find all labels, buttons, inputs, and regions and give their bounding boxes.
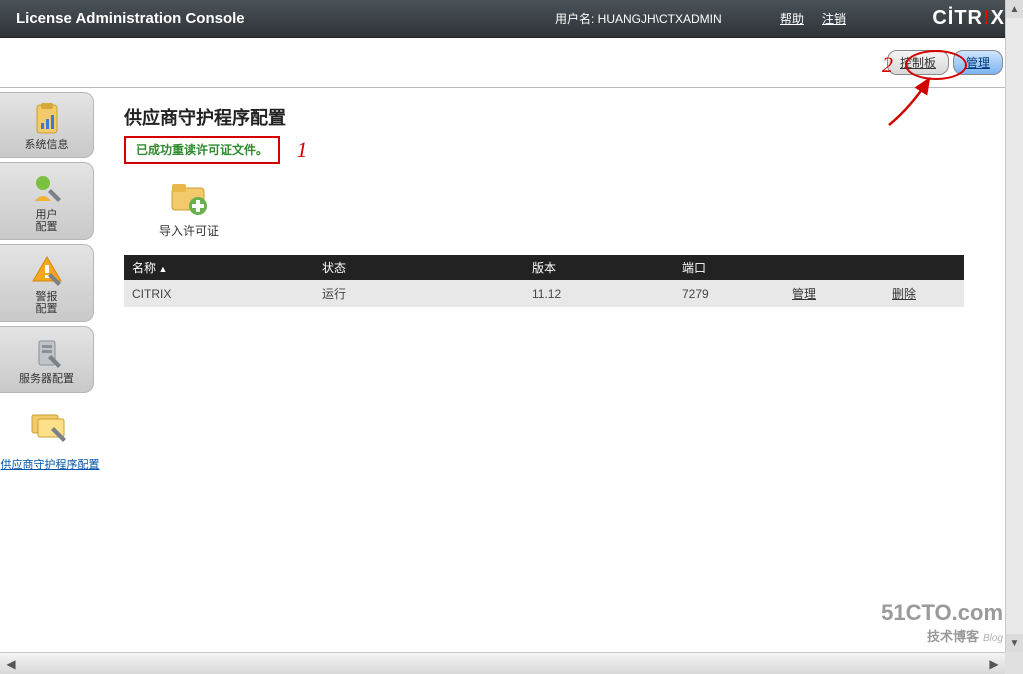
col-port[interactable]: 端口 — [674, 255, 784, 280]
sidebar-item-sysinfo[interactable]: 系统信息 — [0, 92, 94, 158]
sidebar-item-alerts[interactable]: 警报 配置 — [0, 244, 94, 322]
app-header: License Administration Console 用户名: HUAN… — [0, 0, 1023, 38]
user-wrench-icon — [29, 171, 65, 207]
clipboard-chart-icon — [29, 101, 65, 137]
sidebar-item-label: 系统信息 — [25, 139, 69, 151]
server-wrench-icon — [29, 335, 65, 371]
sidebar-item-label: 供应商守护程序配置 — [1, 456, 100, 472]
col-name[interactable]: 名称 — [124, 255, 314, 280]
page-title: 供应商守护程序配置 — [124, 104, 999, 130]
col-status[interactable]: 状态 — [314, 255, 524, 280]
folder-plus-icon — [168, 176, 210, 218]
cell-port: 7279 — [674, 280, 784, 307]
dashboard-button[interactable]: 控制板 — [887, 50, 949, 75]
logout-link[interactable]: 注销 — [822, 10, 846, 27]
user-label: 用户名: HUANGJH\CTXADMIN — [555, 10, 722, 27]
horizontal-scrollbar[interactable]: ◀ ▶ — [0, 652, 1005, 674]
scroll-up-icon[interactable]: ▲ — [1006, 0, 1023, 18]
sidebar-item-label: 服务器配置 — [19, 373, 74, 385]
scroll-right-icon[interactable]: ▶ — [983, 653, 1005, 674]
col-manage — [784, 255, 884, 280]
alert-wrench-icon — [29, 253, 65, 289]
help-link[interactable]: 帮助 — [780, 10, 804, 27]
col-delete — [884, 255, 964, 280]
main-area: 系统信息 用户 配置 警报 配置 服务器配置 供应商守护程序配置 — [0, 88, 1023, 652]
sidebar-item-server[interactable]: 服务器配置 — [0, 326, 94, 392]
success-message: 已成功重读许可证文件。 — [136, 143, 268, 157]
top-button-row: 2 控制板 管理 — [0, 38, 1023, 88]
annotation-1: 1 — [296, 137, 307, 163]
sidebar-item-label: 用户 配置 — [36, 209, 58, 233]
cell-version: 11.12 — [524, 280, 674, 307]
content-area: 供应商守护程序配置 已成功重读许可证文件。 1 导入许可证 名称 状态 版本 端… — [100, 88, 1023, 652]
header-links: 帮助 注销 — [780, 10, 846, 27]
cell-name: CITRIX — [124, 280, 314, 307]
sidebar-item-vendor-daemon[interactable]: 供应商守护程序配置 — [0, 397, 100, 482]
scroll-left-icon[interactable]: ◀ — [0, 653, 22, 674]
delete-link[interactable]: 删除 — [892, 287, 916, 301]
vertical-scrollbar[interactable]: ▲ ▼ — [1005, 0, 1023, 652]
import-license-label: 导入许可证 — [159, 222, 219, 239]
cell-status: 运行 — [314, 280, 524, 307]
app-title: License Administration Console — [16, 10, 245, 27]
success-message-box: 已成功重读许可证文件。 — [124, 136, 280, 164]
admin-button[interactable]: 管理 — [953, 50, 1003, 75]
sidebar: 系统信息 用户 配置 警报 配置 服务器配置 供应商守护程序配置 — [0, 88, 100, 652]
scrollbar-corner — [1005, 652, 1023, 674]
scroll-down-icon[interactable]: ▼ — [1006, 634, 1023, 652]
table-row: CITRIX 运行 11.12 7279 管理 删除 — [124, 280, 964, 307]
sidebar-item-user[interactable]: 用户 配置 — [0, 162, 94, 240]
sidebar-item-label: 警报 配置 — [36, 291, 58, 315]
citrix-logo: CİTR!X — [932, 7, 1005, 30]
vendor-daemon-table: 名称 状态 版本 端口 CITRIX 运行 11.12 7279 管理 删除 — [124, 255, 964, 307]
folders-wrench-icon — [28, 407, 72, 452]
manage-link[interactable]: 管理 — [792, 287, 816, 301]
col-version[interactable]: 版本 — [524, 255, 674, 280]
import-license-button[interactable]: 导入许可证 — [144, 176, 234, 239]
